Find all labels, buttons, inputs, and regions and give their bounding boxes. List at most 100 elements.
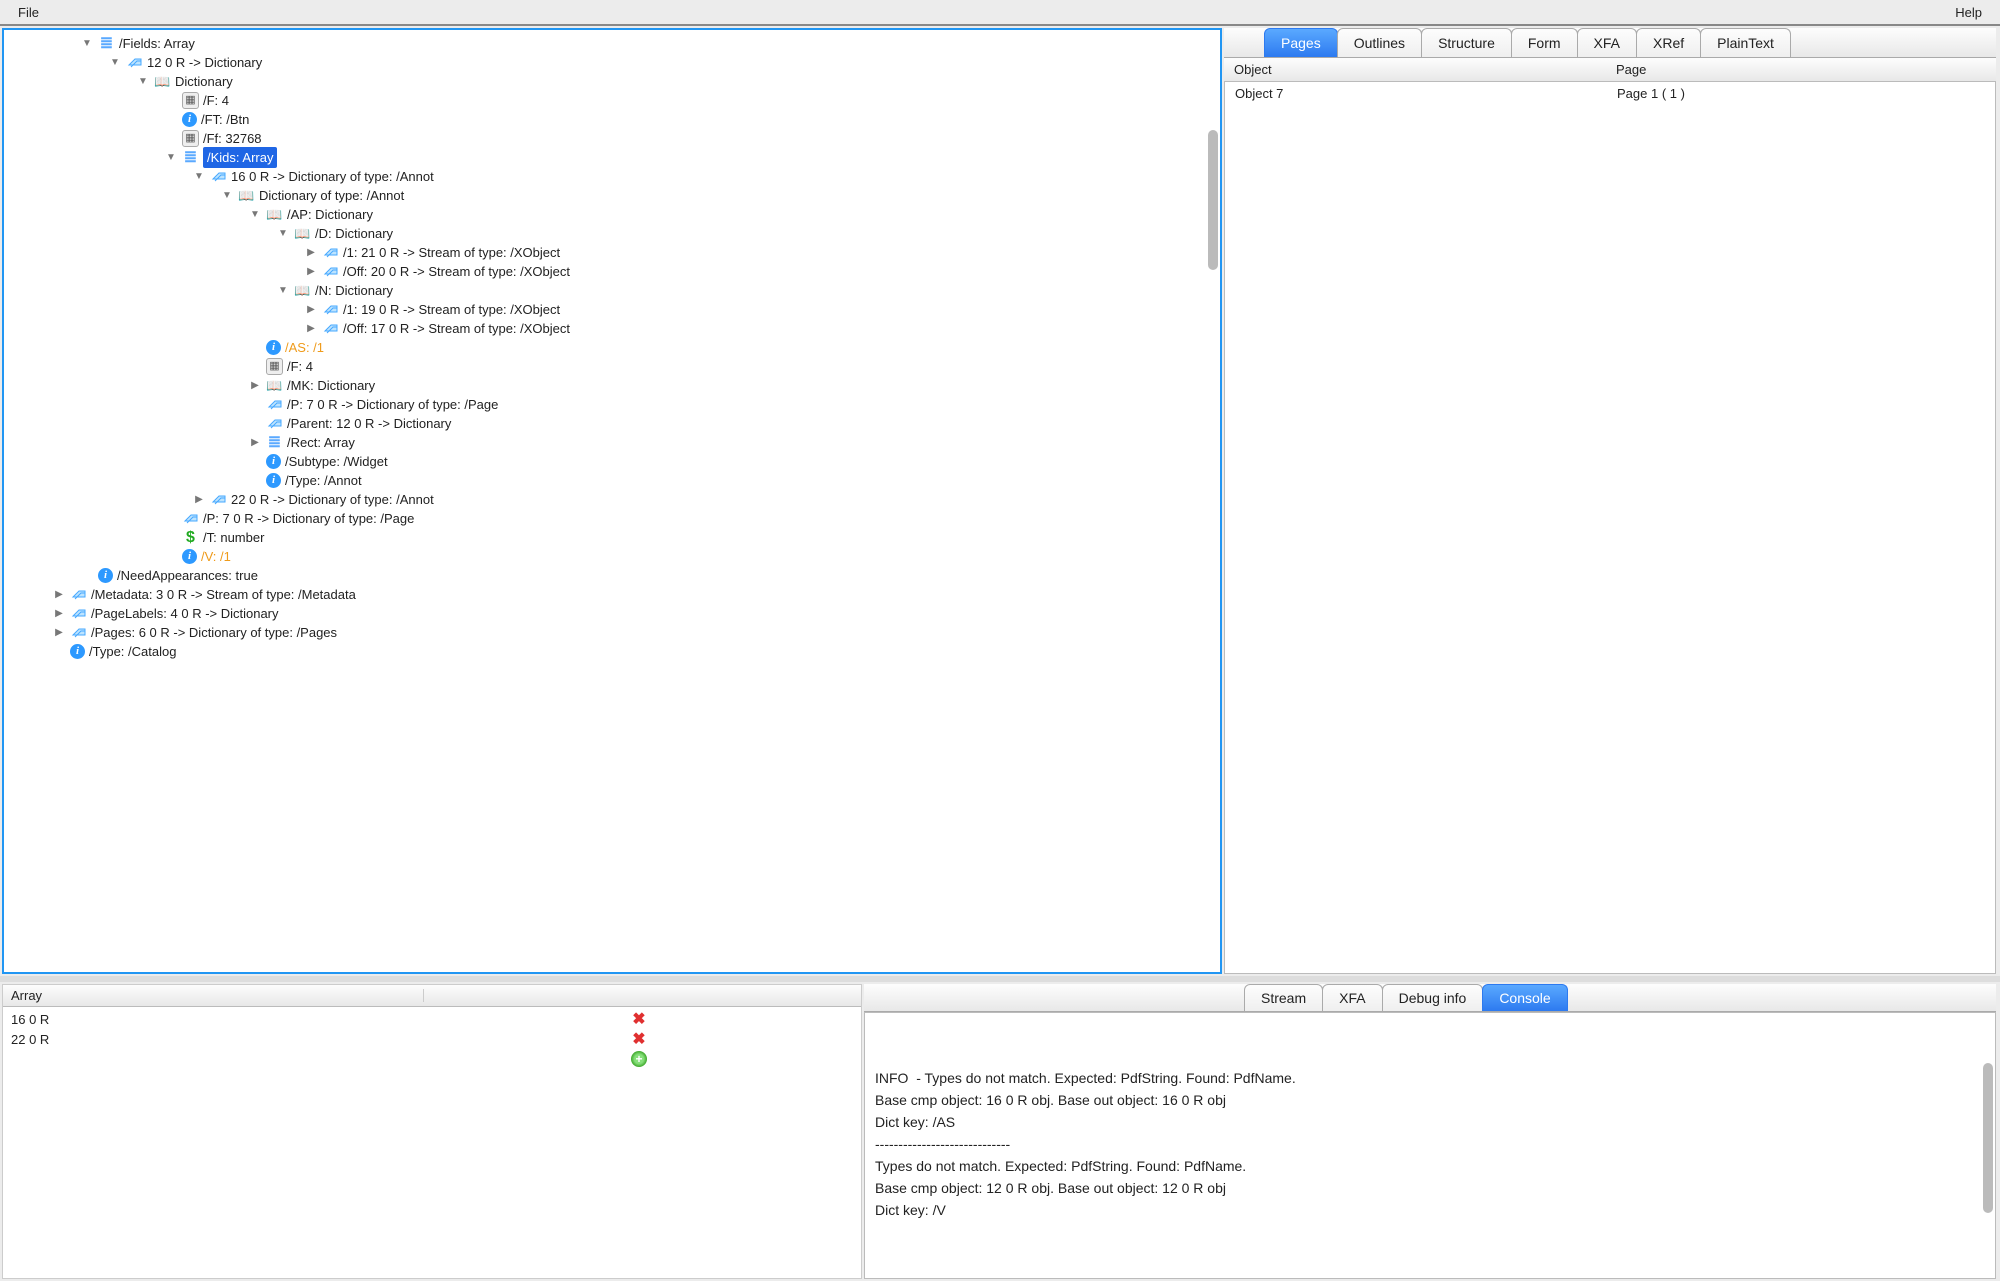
tree-node[interactable]: /1: 21 0 R -> Stream of type: /XObject <box>24 243 1216 262</box>
tree-node[interactable]: /F: 4 <box>24 357 1216 376</box>
tree-node[interactable]: /D: Dictionary <box>24 224 1216 243</box>
reference-icon <box>70 586 87 603</box>
info-icon <box>266 454 281 469</box>
array-row-action: ✖ <box>431 1011 853 1027</box>
chevron-right-icon[interactable] <box>248 379 262 393</box>
tree-node[interactable]: /N: Dictionary <box>24 281 1216 300</box>
tab-xfa[interactable]: XFA <box>1577 28 1637 57</box>
tree-node[interactable]: /V: /1 <box>24 547 1216 566</box>
array-body[interactable]: 16 0 R✖ 22 0 R ✖ + <box>3 1007 861 1278</box>
tab-console[interactable]: Console <box>1482 984 1567 1011</box>
tree-node[interactable]: /Rect: Array <box>24 433 1216 452</box>
chevron-down-icon[interactable] <box>80 37 94 51</box>
chevron-right-icon[interactable] <box>304 246 318 260</box>
number-icon <box>266 358 283 375</box>
tree-node[interactable]: /P: 7 0 R -> Dictionary of type: /Page <box>24 395 1216 414</box>
chevron-right-icon[interactable] <box>52 626 66 640</box>
tab-xfa[interactable]: XFA <box>1322 984 1382 1011</box>
array-row[interactable]: + <box>11 1049 853 1069</box>
chevron-right-icon[interactable] <box>192 493 206 507</box>
delete-icon[interactable]: ✖ <box>631 1011 647 1027</box>
tree-node[interactable]: /1: 19 0 R -> Stream of type: /XObject <box>24 300 1216 319</box>
menu-file[interactable]: File <box>10 3 47 22</box>
tree-node-label: /Off: 17 0 R -> Stream of type: /XObject <box>343 319 570 338</box>
array-row-action: ✖ <box>431 1031 853 1047</box>
tree-node[interactable]: /Metadata: 3 0 R -> Stream of type: /Met… <box>24 585 1216 604</box>
grid-col-page[interactable]: Page <box>1606 62 1996 77</box>
chevron-right-icon[interactable] <box>304 265 318 279</box>
tree-node[interactable]: /Type: /Annot <box>24 471 1216 490</box>
tab-structure[interactable]: Structure <box>1421 28 1512 57</box>
tree-node-label: /AS: /1 <box>285 338 324 357</box>
tree-node[interactable]: /Subtype: /Widget <box>24 452 1216 471</box>
tab-debug-info[interactable]: Debug info <box>1382 984 1484 1011</box>
tree-node[interactable]: /Pages: 6 0 R -> Dictionary of type: /Pa… <box>24 623 1216 642</box>
grid-col-object[interactable]: Object <box>1224 62 1606 77</box>
grid-body[interactable]: Object 7Page 1 ( 1 ) <box>1224 82 1996 974</box>
tree-node[interactable]: /Off: 20 0 R -> Stream of type: /XObject <box>24 262 1216 281</box>
array-pane: Array 16 0 R✖22 0 R✖+ <box>2 984 862 1279</box>
tree-node[interactable]: /Parent: 12 0 R -> Dictionary <box>24 414 1216 433</box>
string-icon <box>182 529 199 546</box>
tree-node[interactable]: /P: 7 0 R -> Dictionary of type: /Page <box>24 509 1216 528</box>
array-row[interactable]: 22 0 R ✖ <box>11 1029 853 1049</box>
tree-node-label: /Parent: 12 0 R -> Dictionary <box>287 414 451 433</box>
tab-pages[interactable]: Pages <box>1264 28 1338 57</box>
tree-node[interactable]: /Ff: 32768 <box>24 129 1216 148</box>
grid-header: Object Page <box>1224 58 1996 82</box>
array-row-label: 22 0 R <box>11 1032 431 1047</box>
chevron-down-icon[interactable] <box>164 151 178 165</box>
chevron-right-icon[interactable] <box>304 303 318 317</box>
tree-node-label: /Metadata: 3 0 R -> Stream of type: /Met… <box>91 585 356 604</box>
tree-pane[interactable]: /Fields: Array12 0 R -> DictionaryDictio… <box>2 28 1222 974</box>
add-icon[interactable]: + <box>631 1051 647 1067</box>
tree-node[interactable]: /NeedAppearances: true <box>24 566 1216 585</box>
chevron-down-icon[interactable] <box>248 208 262 222</box>
tree-node[interactable]: /AS: /1 <box>24 338 1216 357</box>
tab-plaintext[interactable]: PlainText <box>1700 28 1791 57</box>
chevron-right-icon[interactable] <box>248 436 262 450</box>
menu-help[interactable]: Help <box>1947 3 1990 22</box>
tab-outlines[interactable]: Outlines <box>1337 28 1422 57</box>
tree-node[interactable]: /MK: Dictionary <box>24 376 1216 395</box>
chevron-down-icon[interactable] <box>108 56 122 70</box>
tree-node[interactable]: 16 0 R -> Dictionary of type: /Annot <box>24 167 1216 186</box>
chevron-down-icon[interactable] <box>276 227 290 241</box>
array-row[interactable]: 16 0 R✖ <box>11 1009 853 1029</box>
tree-node[interactable]: /F: 4 <box>24 91 1216 110</box>
tree-node[interactable]: /Off: 17 0 R -> Stream of type: /XObject <box>24 319 1216 338</box>
tree-node-label: /1: 21 0 R -> Stream of type: /XObject <box>343 243 560 262</box>
chevron-down-icon[interactable] <box>276 284 290 298</box>
delete-icon[interactable]: ✖ <box>631 1031 647 1047</box>
tab-xref[interactable]: XRef <box>1636 28 1701 57</box>
tab-form[interactable]: Form <box>1511 28 1578 57</box>
tab-stream[interactable]: Stream <box>1244 984 1323 1011</box>
tree-node-label: /P: 7 0 R -> Dictionary of type: /Page <box>287 395 498 414</box>
grid-row[interactable]: Object 7Page 1 ( 1 ) <box>1225 82 1995 104</box>
tree-node[interactable]: 12 0 R -> Dictionary <box>24 53 1216 72</box>
tree-node[interactable]: /T: number <box>24 528 1216 547</box>
tree-scrollbar-thumb[interactable] <box>1208 130 1218 270</box>
chevron-right-icon[interactable] <box>304 322 318 336</box>
tree-node[interactable]: 22 0 R -> Dictionary of type: /Annot <box>24 490 1216 509</box>
tree-node[interactable]: /Kids: Array <box>24 148 1216 167</box>
disclosure-none <box>52 645 66 659</box>
chevron-down-icon[interactable] <box>136 75 150 89</box>
top-panes: /Fields: Array12 0 R -> DictionaryDictio… <box>0 26 2000 982</box>
tree-node[interactable]: /FT: /Btn <box>24 110 1216 129</box>
dictionary-icon <box>154 73 171 90</box>
tree-node[interactable]: /AP: Dictionary <box>24 205 1216 224</box>
chevron-right-icon[interactable] <box>52 588 66 602</box>
reference-icon <box>182 510 199 527</box>
tree-node[interactable]: /Fields: Array <box>24 34 1216 53</box>
tree-node[interactable]: Dictionary of type: /Annot <box>24 186 1216 205</box>
chevron-down-icon[interactable] <box>220 189 234 203</box>
console-body[interactable]: INFO - Types do not match. Expected: Pdf… <box>864 1012 1996 1279</box>
console-pane: StreamXFADebug infoConsole INFO - Types … <box>864 984 1996 1279</box>
chevron-down-icon[interactable] <box>192 170 206 184</box>
tree-node[interactable]: /PageLabels: 4 0 R -> Dictionary <box>24 604 1216 623</box>
tree-node[interactable]: Dictionary <box>24 72 1216 91</box>
tree-node[interactable]: /Type: /Catalog <box>24 642 1216 661</box>
chevron-right-icon[interactable] <box>52 607 66 621</box>
console-scrollbar-thumb[interactable] <box>1983 1063 1993 1213</box>
